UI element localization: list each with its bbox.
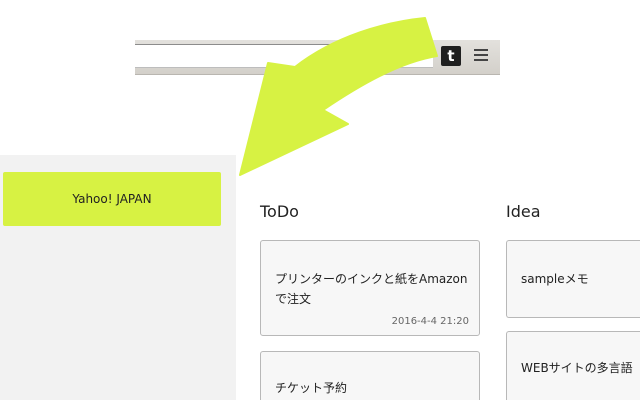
bookmark-button-yahoo-japan[interactable]: Yahoo! JAPAN: [3, 172, 221, 226]
extension-icon-letter: t: [447, 47, 455, 65]
hamburger-menu-icon[interactable]: [474, 47, 488, 63]
todo-card[interactable]: チケット予約: [260, 351, 480, 400]
idea-card[interactable]: WEBサイトの多言語: [506, 331, 640, 400]
idea-card[interactable]: sampleメモ: [506, 240, 640, 318]
todo-card-text: チケット予約: [275, 381, 348, 395]
todo-card-text: プリンターのインクと紙をAmazonで注文: [275, 272, 468, 306]
extension-icon[interactable]: t: [441, 46, 461, 66]
sidebar: Yahoo! JAPAN: [0, 155, 236, 400]
address-bar[interactable]: [135, 44, 433, 68]
todo-card[interactable]: プリンターのインクと紙をAmazonで注文 2016-4-4 21:20: [260, 240, 480, 336]
idea-card-text: WEBサイトの多言語: [521, 361, 633, 375]
column-title-idea: Idea: [506, 202, 541, 221]
column-title-todo: ToDo: [260, 202, 299, 221]
idea-card-text: sampleメモ: [521, 272, 589, 286]
browser-toolbar: ☆ t: [135, 40, 500, 75]
star-icon[interactable]: ☆: [409, 44, 425, 61]
todo-card-date: 2016-4-4 21:20: [391, 316, 469, 327]
screen: ☆ t Yahoo! JAPAN ToDo プリンターのインクと紙をAmazon…: [0, 0, 640, 400]
